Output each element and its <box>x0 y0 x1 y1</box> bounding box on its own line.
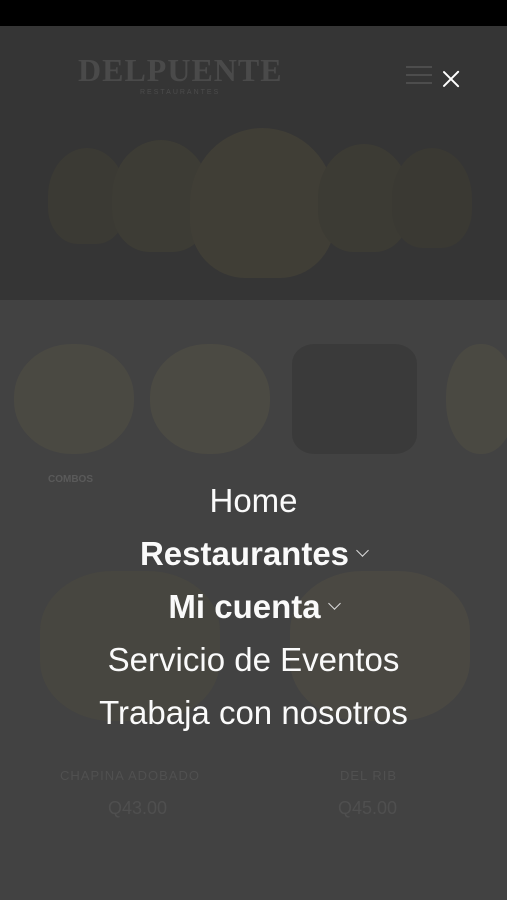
background-page: DELPUENTE RESTAURANTES COMBOS CHAPINA AD… <box>0 26 507 900</box>
overlay-nav-menu: Home Restaurantes Mi cuenta Servicio de … <box>0 474 507 739</box>
hero-burger-image <box>392 148 472 248</box>
close-icon[interactable] <box>438 66 464 92</box>
menu-item-trabaja[interactable]: Trabaja con nosotros <box>0 686 507 739</box>
hero-banner: DELPUENTE RESTAURANTES <box>0 26 507 300</box>
menu-item-label: Trabaja con nosotros <box>99 693 408 731</box>
product-name: CHAPINA ADOBADO <box>60 768 200 783</box>
brand-logo: DELPUENTE <box>78 52 283 88</box>
hero-burger-image <box>190 128 335 278</box>
menu-item-label: Mi cuenta <box>168 587 321 625</box>
menu-item-label: Home <box>209 481 298 519</box>
category-image <box>14 344 134 454</box>
status-bar <box>0 0 507 26</box>
hamburger-menu-icon <box>406 66 432 84</box>
product-name: DEL RIB <box>340 768 398 783</box>
product-price: Q45.00 <box>338 798 398 818</box>
product-price: Q43.00 <box>108 798 168 818</box>
category-image <box>446 344 507 454</box>
menu-item-label: Restaurantes <box>139 534 350 572</box>
category-image <box>292 344 417 454</box>
brand-logo-subtitle: RESTAURANTES <box>140 89 221 96</box>
chevron-down-icon[interactable] <box>356 544 369 557</box>
category-image <box>150 344 270 454</box>
menu-item-servicio-eventos[interactable]: Servicio de Eventos <box>0 633 507 686</box>
menu-item-restaurantes[interactable]: Restaurantes <box>0 527 507 580</box>
menu-item-label: Servicio de Eventos <box>107 640 400 678</box>
menu-item-mi-cuenta[interactable]: Mi cuenta <box>0 580 507 633</box>
chevron-down-icon[interactable] <box>327 597 341 610</box>
menu-item-home[interactable]: Home <box>0 474 507 527</box>
